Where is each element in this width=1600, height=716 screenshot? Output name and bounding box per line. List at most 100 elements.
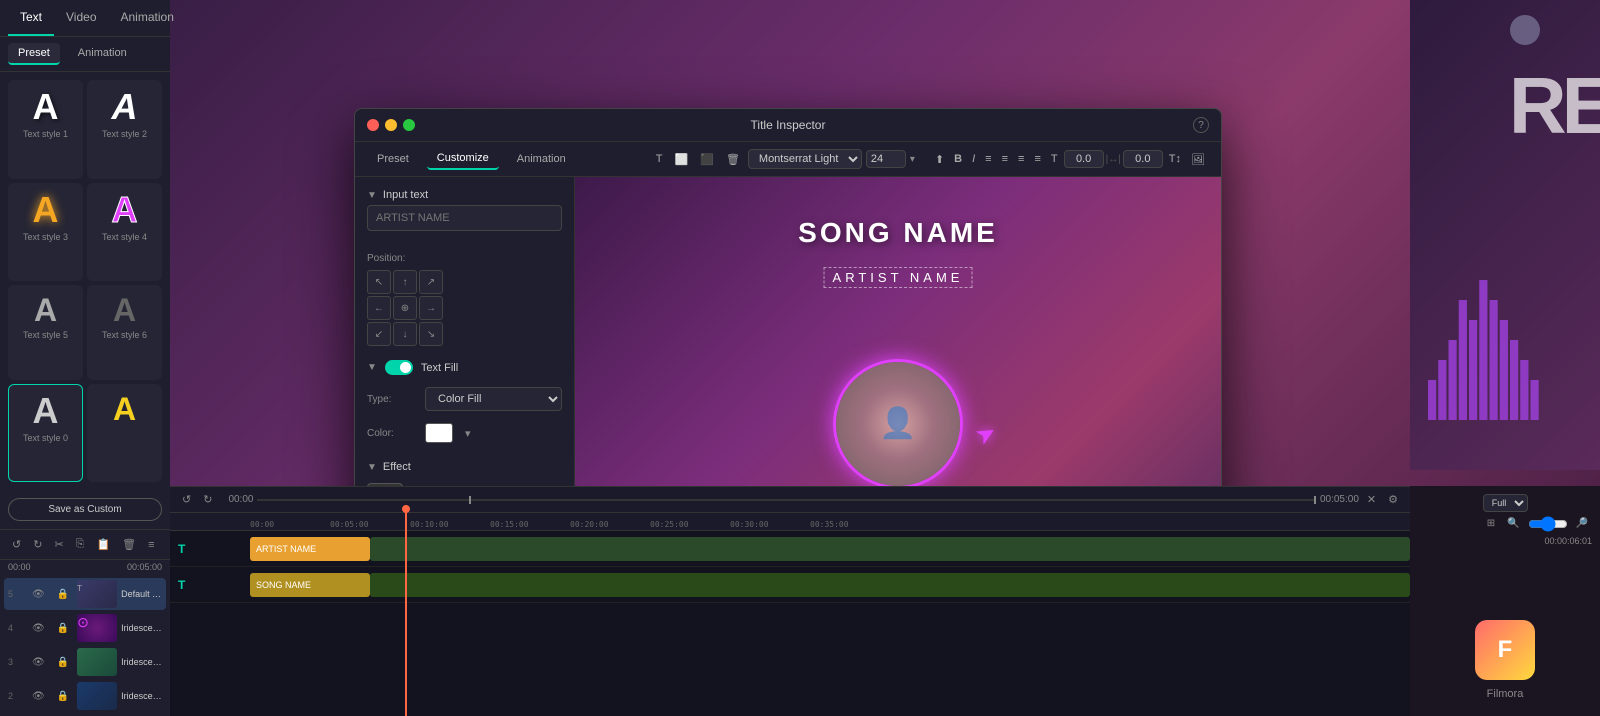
bold-button[interactable]: B (950, 151, 966, 167)
style-label-3: Text style 3 (23, 232, 68, 242)
color-swatch[interactable] (425, 423, 453, 443)
image-icon[interactable]: 🖼 (1187, 151, 1209, 168)
pos-middle-left[interactable]: ← (367, 296, 391, 320)
text-fill-toggle-switch[interactable] (385, 360, 413, 375)
zoom-selector[interactable]: Full (1483, 494, 1528, 512)
pos-top-left[interactable]: ↖ (367, 270, 391, 294)
eye-icon-2[interactable]: 👁 (28, 689, 49, 704)
type-selector[interactable]: Color Fill (425, 387, 562, 411)
close-track-icon[interactable]: ✕ (1363, 491, 1380, 508)
minimize-button[interactable] (385, 119, 397, 131)
pos-top-right[interactable]: ↗ (419, 270, 443, 294)
eye-icon-5[interactable]: 👁 (28, 587, 49, 602)
align-left[interactable]: ≡ (981, 151, 995, 167)
track-item-iridescent1[interactable]: 4 👁 🔒 ⊙ Iridescent Circle 1 (4, 612, 166, 644)
align-justify[interactable]: ≡ (1030, 151, 1044, 167)
inspector-tab-animation[interactable]: Animation (507, 149, 576, 169)
timeline-ruler: 00:00 00:05:00 00:10:00 00:15:00 00:20:0… (170, 513, 1410, 531)
maximize-button[interactable] (403, 119, 415, 131)
timeline-undo[interactable]: ↺ (178, 491, 195, 508)
text-style-6[interactable]: A Text style 6 (87, 285, 162, 380)
format-icon-1[interactable]: T (652, 151, 667, 167)
preset-tab-preset[interactable]: Preset (8, 43, 60, 65)
pos-middle-right[interactable]: → (419, 296, 443, 320)
tab-video[interactable]: Video (54, 0, 108, 36)
zoom-out-btn[interactable]: 🔍 (1503, 516, 1523, 532)
right-visualizer (1420, 200, 1600, 420)
pos-bottom-right[interactable]: ↘ (419, 322, 443, 346)
pos-bottom-left[interactable]: ↙ (367, 322, 391, 346)
track-thumb-4: ⊙ (77, 614, 117, 642)
effect-header[interactable]: ▼ Effect (355, 457, 574, 477)
zoom-slider[interactable] (1528, 516, 1568, 532)
position-label: Position: (367, 253, 417, 264)
zoom-in-btn[interactable]: 🔎 (1572, 516, 1592, 532)
style-label-0: Text style 0 (23, 433, 68, 443)
text-style-3[interactable]: A Text style 3 (8, 183, 83, 282)
text-style-7[interactable]: A (87, 384, 162, 483)
align-icon[interactable]: ⬆ (931, 151, 948, 168)
timeline-redo[interactable]: ↻ (199, 491, 216, 508)
font-selector[interactable]: Montserrat Light (748, 149, 862, 169)
delete-text-icon[interactable]: 🗑 (722, 151, 744, 168)
song-clip[interactable]: SONG NAME (250, 573, 370, 597)
track-item-wave[interactable]: 2 👁 🔒 Iridescent Digital Wave... (4, 680, 166, 712)
lock-icon-3[interactable]: 🔒 (53, 655, 73, 670)
preset-tab-animation[interactable]: Animation (68, 43, 137, 65)
text-style-4[interactable]: A Text style 4 (87, 183, 162, 282)
paste-icon[interactable]: 📋 (92, 536, 114, 553)
fit-icon[interactable]: ⊞ (1483, 516, 1499, 532)
copy-icon[interactable]: ⎘ (72, 536, 89, 553)
track-item-default[interactable]: 5 👁 🔒 T Default Title (4, 578, 166, 610)
save-as-custom-button[interactable]: Save as Custom (8, 498, 162, 521)
text-fill-label: Text Fill (421, 362, 458, 374)
filmora-label: Filmora (1487, 688, 1524, 700)
help-button[interactable]: ? (1193, 117, 1209, 133)
close-button[interactable] (367, 119, 379, 131)
cut-icon[interactable]: ✂ (50, 536, 67, 553)
tab-animation[interactable]: Animation (109, 0, 186, 36)
pos-bottom-center[interactable]: ↓ (393, 322, 417, 346)
eye-icon-3[interactable]: 👁 (28, 655, 49, 670)
track-name-4: Iridescent Circle 1 (121, 623, 162, 633)
color-chevron[interactable]: ▾ (461, 425, 475, 442)
format-icon-2[interactable]: ⬜ (671, 151, 693, 168)
track-item-satin[interactable]: 3 👁 🔒 Iridescent Satin... (4, 646, 166, 678)
tl-content-song: SONG NAME (250, 567, 1410, 602)
align-center[interactable]: ≡ (998, 151, 1012, 167)
inspector-tab-customize[interactable]: Customize (427, 148, 499, 170)
pos-top-center[interactable]: ↑ (393, 270, 417, 294)
lock-icon-5[interactable]: 🔒 (53, 587, 73, 602)
text-style-1[interactable]: A Text style 1 (8, 80, 83, 179)
spacing-input-2[interactable] (1123, 150, 1163, 168)
format-icon-3[interactable]: ⬛ (696, 151, 718, 168)
font-size-input[interactable] (866, 150, 906, 168)
artist-clip[interactable]: ARTIST NAME (250, 537, 370, 561)
pos-middle-center[interactable]: ⊕ (393, 296, 417, 320)
text-format-icon[interactable]: T↕ (1165, 151, 1185, 167)
input-text-header[interactable]: ▼ Input text (355, 185, 574, 205)
align-right[interactable]: ≡ (1014, 151, 1028, 167)
lock-icon-4[interactable]: 🔒 (53, 621, 73, 636)
lock-icon-2[interactable]: 🔒 (53, 689, 73, 704)
text-style-5[interactable]: A Text style 5 (8, 285, 83, 380)
more-icon[interactable]: ≡ (144, 537, 158, 553)
undo-icon[interactable]: ↺ (8, 536, 25, 553)
text-style-2[interactable]: A Text style 2 (87, 80, 162, 179)
type-label: Type: (367, 394, 417, 405)
position-section: Position: ↖ ↑ ↗ ← ⊕ → ↙ ↓ ↘ (355, 247, 574, 346)
artist-name-preview[interactable]: ARTIST NAME (824, 267, 973, 288)
delete-icon[interactable]: 🗑 (118, 536, 140, 553)
eye-icon-4[interactable]: 👁 (28, 621, 49, 636)
top-tabs: Text Video Animation (0, 0, 170, 37)
tab-text[interactable]: Text (8, 0, 54, 36)
style-label-5: Text style 5 (23, 330, 68, 340)
redo-icon[interactable]: ↻ (29, 536, 46, 553)
italic-button[interactable]: I (968, 151, 979, 167)
text-style-0[interactable]: A Text style 0 (8, 384, 83, 483)
spacing-input-1[interactable] (1064, 150, 1104, 168)
artist-name-input[interactable] (367, 205, 562, 231)
settings-track-icon[interactable]: ⚙ (1384, 491, 1402, 508)
text-top[interactable]: T (1047, 151, 1062, 167)
inspector-tab-preset[interactable]: Preset (367, 149, 419, 169)
